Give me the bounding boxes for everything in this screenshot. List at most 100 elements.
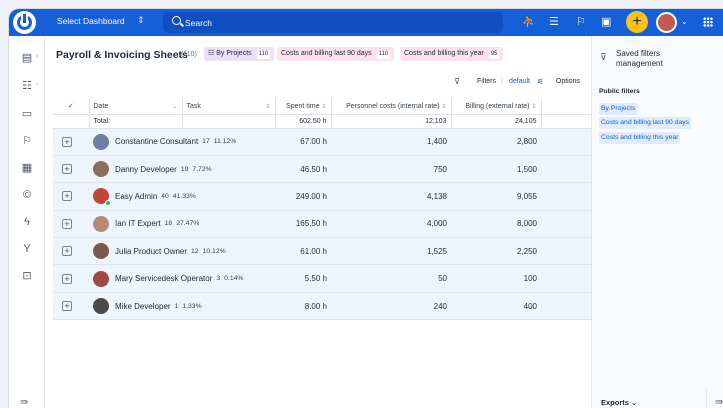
spent-time-cell: 5.50 h: [275, 264, 331, 293]
spent-time-cell: 165.50 h: [275, 210, 331, 239]
collapse-icon[interactable]: ⇛: [20, 397, 28, 408]
filter-icon[interactable]: ⊽: [454, 77, 460, 86]
search-input[interactable]: Search: [163, 12, 503, 33]
select-all-checkbox[interactable]: ✓: [53, 99, 90, 115]
flag-icon[interactable]: ⚐: [18, 133, 36, 149]
person-name[interactable]: Mary Servicedesk Operator: [115, 274, 212, 283]
total-personnel: 12,103: [331, 114, 452, 129]
column-header-empty: [541, 99, 592, 115]
select-chevron-icon[interactable]: ⇕: [137, 15, 145, 26]
column-header-spent-time[interactable]: Spent time ⇕: [275, 99, 332, 115]
column-header-billing[interactable]: Billing (external rate) ⇕: [451, 99, 542, 115]
billing-cell: 2,250: [451, 237, 541, 266]
person-name[interactable]: Danny Developer: [115, 165, 177, 174]
person: Easy Admin 40 41.33%: [93, 188, 271, 207]
table-icon[interactable]: ▦: [18, 160, 36, 176]
person: Mike Developer 1 1.33%: [93, 298, 271, 315]
expand-arrow-icon[interactable]: ›: [36, 81, 38, 88]
expand-row-icon[interactable]: +: [62, 218, 72, 229]
expand-row-icon[interactable]: +: [62, 273, 72, 284]
table-row[interactable]: + Danny Developer 19 7.72% 46.50 h 750 1…: [53, 155, 591, 184]
expand-row-icon[interactable]: +: [62, 301, 72, 312]
calendar-icon[interactable]: ▣: [601, 15, 611, 29]
exports-dropdown[interactable]: Exports ⌄: [601, 398, 637, 407]
filters-button[interactable]: Filters: [477, 78, 496, 85]
divider: [706, 389, 707, 408]
app-logo[interactable]: [13, 11, 36, 34]
column-label: Spent time: [286, 102, 320, 110]
zap-icon[interactable]: ϟ: [18, 214, 36, 230]
expand-arrow-icon[interactable]: ›: [36, 53, 38, 60]
collapse-panel-icon[interactable]: ⇛: [715, 397, 723, 408]
chevron-down-icon: ⌄: [631, 398, 638, 407]
online-status-dot: [105, 200, 111, 207]
person-name[interactable]: Easy Admin: [115, 192, 157, 201]
chevron-down-icon[interactable]: ⌄: [681, 17, 688, 26]
share-percent: 10.12%: [202, 247, 226, 255]
table-row[interactable]: + Mike Developer 1 1.33% 8.00 h 240 400: [53, 292, 591, 321]
personnel-cost-cell: 240: [331, 292, 451, 321]
checklist-icon[interactable]: ☰: [549, 15, 559, 29]
avatar: [93, 270, 109, 287]
top-bar: Select Dashboard ⇕ Search ⛹ ☰ ⚐ ▣ + ⌄: [9, 9, 723, 36]
column-header-personnel-costs[interactable]: Personnel costs (internal rate) ⇕: [331, 99, 452, 115]
column-label: Task: [186, 102, 201, 110]
divider: |: [501, 78, 503, 85]
saved-filter-by-projects[interactable]: By Projects: [599, 103, 638, 115]
options-icon[interactable]: ⚟: [537, 77, 544, 86]
expand-row-icon[interactable]: +: [62, 164, 72, 175]
person-name[interactable]: Mike Developer: [115, 302, 171, 311]
person-cell: Constantine Consultant 17 11.12%: [89, 128, 275, 156]
empty-cell: [541, 210, 591, 239]
table-row[interactable]: + Mary Servicedesk Operator 3 0.14% 5.50…: [53, 264, 591, 293]
person-name[interactable]: Julia Product Owner: [115, 247, 187, 256]
add-button[interactable]: +: [626, 11, 648, 33]
user-avatar[interactable]: [656, 12, 677, 33]
apps-grid-icon[interactable]: [703, 17, 713, 27]
table-header-row: ✓ Date ⌄ Task ⇕ Spent time ⇕ Personnel cos…: [53, 99, 592, 115]
sort-icon: ⇕: [531, 103, 537, 110]
share-percent: 11.12%: [213, 138, 237, 146]
table-row[interactable]: + Julia Product Owner 12 10.12% 61.00 h …: [53, 237, 591, 266]
expand-cell: +: [53, 182, 89, 211]
dashboard-icon[interactable]: ▤: [18, 50, 36, 66]
column-header-date[interactable]: Date ⌄: [89, 99, 183, 115]
table-row[interactable]: + Constantine Consultant 17 11.12% 67.00…: [53, 128, 591, 156]
total-label: Total:: [89, 114, 183, 129]
options-button[interactable]: Options: [556, 78, 580, 85]
person: Ian IT Expert 18 27.47%: [93, 215, 271, 232]
column-label: Date: [93, 102, 109, 110]
column-header-task[interactable]: Task ⇕: [182, 99, 276, 115]
card-icon[interactable]: ▭: [18, 106, 36, 122]
currency-icon[interactable]: ©: [18, 187, 36, 203]
person: Mary Servicedesk Operator 3 0.14%: [93, 270, 271, 287]
dropdown-icon: ⌄: [172, 103, 178, 110]
table-row[interactable]: + Ian IT Expert 18 27.47% 165.50 h 4,000…: [53, 210, 591, 239]
entry-count: 18: [164, 220, 173, 228]
search-icon: [172, 16, 181, 25]
expand-row-icon[interactable]: +: [62, 246, 72, 257]
empty-cell: [541, 264, 591, 293]
chip-count: 110: [256, 50, 271, 59]
record-count: (110): [181, 51, 197, 58]
branch-icon[interactable]: Y: [18, 241, 36, 257]
exports-label: Exports: [601, 398, 629, 407]
default-filter-link[interactable]: default: [509, 78, 530, 85]
box-icon[interactable]: ⊡: [18, 268, 36, 284]
filter-chip-last-90-days[interactable]: Costs and billing last 90 days 110: [277, 47, 395, 61]
person-name[interactable]: Ian IT Expert: [115, 219, 161, 228]
personnel-cost-cell: 4,138: [331, 182, 451, 211]
user-icon[interactable]: ⛹: [522, 15, 536, 29]
saved-filter-this-year[interactable]: Costs and billing this year: [599, 132, 681, 144]
person-name[interactable]: Constantine Consultant: [115, 137, 198, 146]
list-icon[interactable]: ☷: [18, 78, 36, 94]
saved-filter-last-90-days[interactable]: Costs and billing last 90 days: [599, 117, 692, 129]
table-row[interactable]: + Easy Admin 40 41.33% 249.00 h 4,138 9,…: [53, 182, 591, 211]
empty-cell: [541, 182, 591, 211]
filter-chip-this-year[interactable]: Costs and billing this year 95: [400, 47, 504, 61]
dashboard-select[interactable]: Select Dashboard: [57, 16, 125, 26]
expand-row-icon[interactable]: +: [62, 136, 72, 147]
filter-chip-by-projects[interactable]: ☷ By Projects 110: [204, 47, 275, 61]
expand-row-icon[interactable]: +: [62, 191, 72, 202]
flag-icon[interactable]: ⚐: [576, 15, 586, 29]
